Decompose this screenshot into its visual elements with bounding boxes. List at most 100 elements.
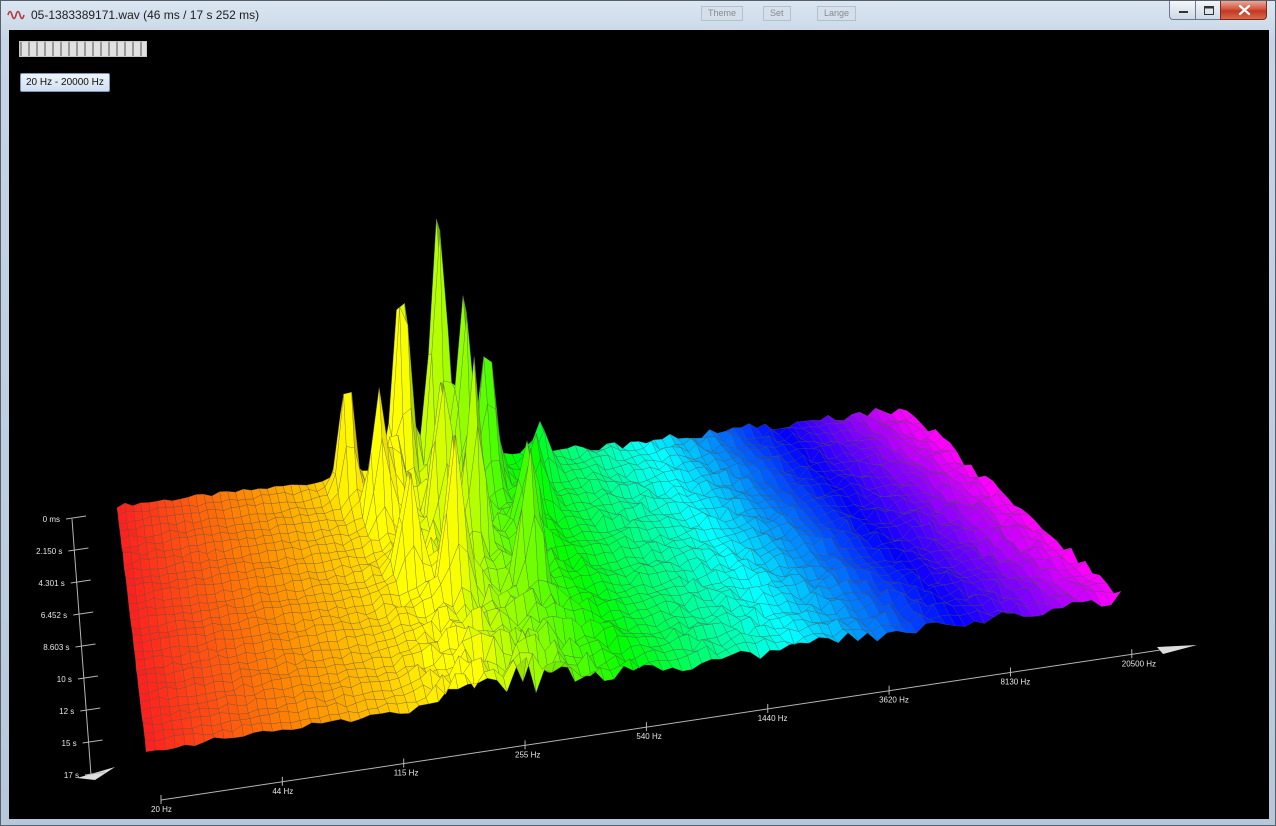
surface-cell — [240, 628, 252, 638]
surface-cell — [198, 707, 211, 717]
surface-cell — [157, 506, 168, 518]
surface-cell — [133, 642, 144, 652]
surface-cell — [259, 714, 272, 725]
time-tick-label: 2.150 s — [36, 547, 62, 556]
surface-cell — [222, 629, 234, 640]
surface-cell — [140, 558, 151, 571]
surface-cell — [298, 635, 311, 649]
surface-cell — [164, 605, 175, 615]
surface-cell — [170, 537, 181, 550]
surface-cell — [271, 638, 283, 650]
surface-cell — [261, 601, 274, 609]
frequency-tick-label: 115 Hz — [394, 769, 419, 778]
surface-cell — [250, 553, 262, 564]
surface-cell — [221, 673, 233, 683]
surface-cell — [193, 733, 205, 747]
surface-cell — [305, 594, 318, 604]
close-button[interactable] — [1220, 1, 1267, 20]
background-toolbar: Theme Set Lange — [623, 3, 869, 24]
frequency-range-button[interactable]: 20 Hz - 20000 Hz — [20, 73, 110, 92]
surface-cell — [183, 733, 196, 747]
frequency-tick-label: 8130 Hz — [1000, 677, 1030, 686]
surface-cell — [207, 699, 219, 710]
zoom-slider[interactable] — [19, 41, 147, 57]
surface-cell — [181, 605, 193, 614]
surface-cell — [208, 517, 219, 527]
time-tick-label: 17 s — [64, 771, 79, 780]
waveform-icon — [7, 10, 25, 20]
surface-cell — [132, 502, 143, 512]
frequency-tick-label: 3620 Hz — [879, 696, 909, 705]
surface-cell — [196, 583, 207, 596]
frequency-tick-label: 540 Hz — [636, 732, 661, 741]
minimize-button[interactable] — [1169, 1, 1196, 20]
spectrum-surface-plot[interactable]: 20 Hz 44 Hz 115 Hz 255 Hz 540 Hz 1440 Hz 3620 … — [9, 30, 1269, 819]
surface-cell — [133, 510, 144, 521]
surface-cell — [147, 614, 159, 628]
surface-cell — [156, 557, 167, 570]
surface-cell — [239, 718, 252, 726]
time-tick — [77, 675, 98, 680]
frequency-tick-label: 44 Hz — [272, 787, 293, 796]
surface-cell — [198, 602, 210, 612]
surface-cell — [254, 568, 266, 578]
surface-cell — [141, 717, 153, 725]
time-tick — [80, 707, 101, 712]
surface-cell — [151, 523, 162, 537]
surface-cell — [201, 724, 214, 735]
surface-cell — [236, 704, 249, 715]
frequency-tick-label: 255 Hz — [515, 750, 540, 759]
surface-cell — [197, 594, 209, 604]
maximize-icon — [1204, 6, 1214, 15]
time-tick-label: 8.603 s — [43, 643, 69, 652]
surface-cell — [273, 573, 285, 587]
surface-cell — [228, 713, 241, 722]
surface-cell — [181, 717, 193, 729]
title-bar[interactable]: 05-1383389171.wav (46 ms / 17 s 252 ms) … — [1, 1, 1275, 29]
surface-cell — [134, 650, 145, 660]
surface-cell — [146, 606, 158, 616]
minimize-icon — [1179, 11, 1188, 13]
surface-cell — [191, 561, 203, 572]
surface-cell — [192, 666, 204, 678]
surface-cell — [192, 620, 204, 629]
surface-cell — [124, 502, 135, 513]
surface-cell — [174, 612, 185, 622]
maximize-button[interactable] — [1195, 1, 1221, 20]
surface-cell — [177, 696, 189, 706]
surface-cell — [148, 556, 159, 570]
surface-cell — [159, 706, 171, 716]
background-toolbar-item: Lange — [817, 6, 857, 21]
surface-cell — [144, 739, 157, 753]
time-tick-label: 10 s — [57, 675, 72, 684]
surface-cell — [241, 724, 254, 737]
surface-cell — [161, 587, 173, 601]
surface-cell — [171, 719, 183, 731]
time-tick-label: 0 ms — [43, 515, 60, 524]
surface-cell — [202, 734, 215, 743]
surface-cell — [183, 561, 194, 572]
surface-cell — [286, 703, 299, 714]
window-title: 05-1383389171.wav (46 ms / 17 s 252 ms) — [31, 8, 260, 22]
surface-mesh — [116, 218, 1122, 753]
time-tick — [73, 611, 94, 616]
surface-cell — [156, 499, 166, 508]
time-tick — [65, 515, 87, 520]
surface-cell — [128, 535, 139, 548]
surface-cell — [365, 699, 378, 710]
surface-cell — [173, 669, 185, 683]
surface-cell — [140, 502, 151, 512]
surface-cell — [170, 645, 181, 658]
surface-cell — [172, 728, 185, 736]
surface-cell — [151, 638, 162, 652]
surface-cell — [318, 641, 331, 651]
time-tick-label: 6.452 s — [41, 611, 67, 620]
surface-cell — [265, 542, 277, 551]
surface-cell — [153, 534, 164, 545]
surface-cell — [181, 505, 192, 515]
time-tick — [75, 643, 96, 648]
surface-cell — [263, 535, 275, 544]
spectrum-viewport[interactable]: 20 Hz 44 Hz 115 Hz 255 Hz 540 Hz 1440 Hz 3620 … — [9, 30, 1269, 819]
surface-cell — [171, 597, 183, 607]
surface-cell — [122, 551, 133, 565]
